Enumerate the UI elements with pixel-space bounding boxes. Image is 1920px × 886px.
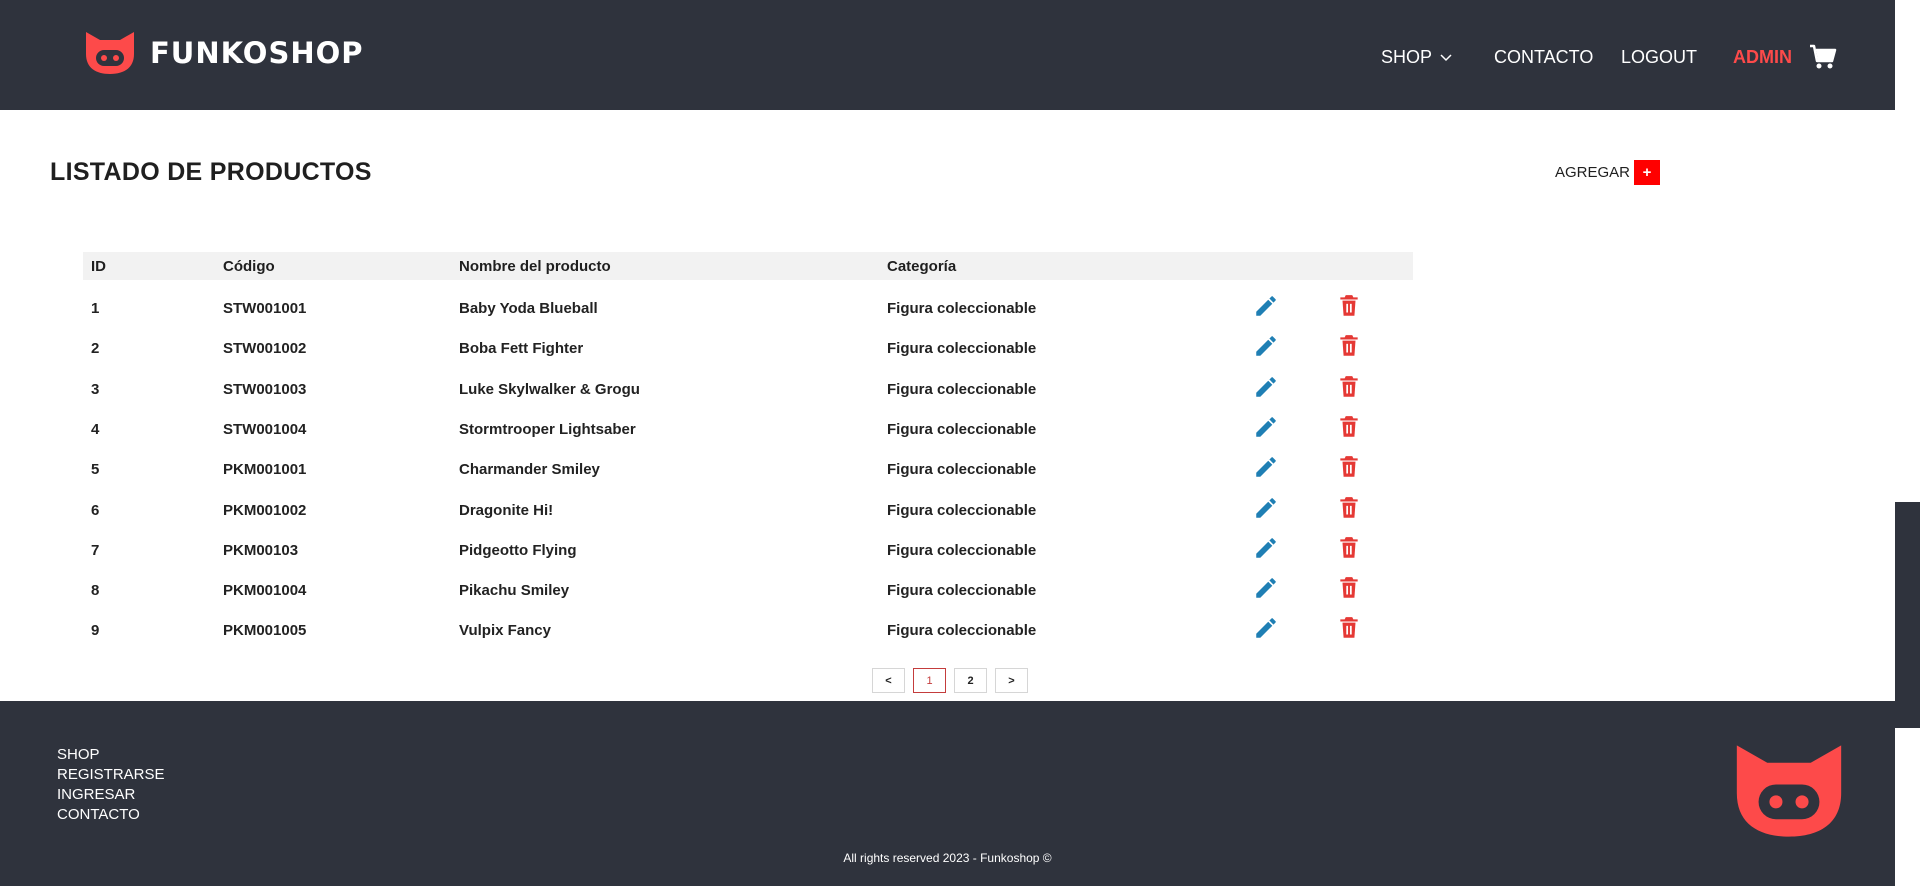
- nav-shop-label: SHOP: [1381, 47, 1433, 67]
- cell-code: PKM001004: [223, 582, 307, 599]
- table-row: 8 PKM001004 Pikachu Smiley Figura colecc…: [83, 569, 1413, 609]
- trash-icon[interactable]: [1336, 293, 1362, 319]
- pagination-page-1[interactable]: 1: [913, 668, 946, 693]
- footer-logo-icon: [1736, 745, 1842, 837]
- col-category: Categoría: [887, 258, 957, 275]
- trash-icon[interactable]: [1336, 495, 1362, 521]
- trash-icon[interactable]: [1336, 615, 1362, 641]
- table-row: 5 PKM001001 Charmander Smiley Figura col…: [83, 448, 1413, 488]
- brand-logo[interactable]: FUNKOSHOP: [82, 30, 364, 76]
- cell-category: Figura coleccionable: [887, 622, 1037, 639]
- site-header: FUNKOSHOP SHOP CONTACTO LOGOUT ADMIN: [0, 0, 1895, 110]
- pencil-icon[interactable]: [1253, 575, 1279, 601]
- side-bar-strip: [1895, 502, 1920, 728]
- page-title: LISTADO DE PRODUCTOS: [50, 158, 372, 186]
- pencil-icon[interactable]: [1253, 414, 1279, 440]
- trash-icon[interactable]: [1336, 333, 1362, 359]
- nav-contact[interactable]: CONTACTO: [1494, 47, 1593, 68]
- cell-name: Vulpix Fancy: [459, 622, 551, 639]
- table-row: 1 STW001001 Baby Yoda Blueball Figura co…: [83, 287, 1413, 327]
- cell-category: Figura coleccionable: [887, 340, 1037, 357]
- cell-name: Baby Yoda Blueball: [459, 300, 598, 317]
- cell-code: PKM001005: [223, 622, 307, 639]
- cell-category: Figura coleccionable: [887, 461, 1037, 478]
- pencil-icon[interactable]: [1253, 535, 1279, 561]
- table-row: 4 STW001004 Stormtrooper Lightsaber Figu…: [83, 408, 1413, 448]
- cell-category: Figura coleccionable: [887, 542, 1037, 559]
- cell-code: PKM001001: [223, 461, 307, 478]
- table-row: 2 STW001002 Boba Fett Fighter Figura col…: [83, 327, 1413, 367]
- cell-name: Pikachu Smiley: [459, 582, 570, 599]
- cell-category: Figura coleccionable: [887, 381, 1037, 398]
- pagination-page-2[interactable]: 2: [954, 668, 987, 693]
- pencil-icon[interactable]: [1253, 615, 1279, 641]
- cell-name: Boba Fett Fighter: [459, 340, 584, 357]
- cart-icon: [1810, 44, 1837, 69]
- add-label: AGREGAR: [1555, 164, 1631, 181]
- cell-category: Figura coleccionable: [887, 421, 1037, 438]
- add-button[interactable]: +: [1634, 160, 1661, 185]
- pencil-icon[interactable]: [1253, 293, 1279, 319]
- footer-link-login[interactable]: INGRESAR: [57, 785, 165, 805]
- cell-code: STW001003: [223, 381, 307, 398]
- trash-icon[interactable]: [1336, 454, 1362, 480]
- cell-id: 2: [91, 340, 100, 357]
- cell-category: Figura coleccionable: [887, 582, 1037, 599]
- footer-link-contact[interactable]: CONTACTO: [57, 805, 165, 825]
- table-row: 7 PKM00103 Pidgeotto Flying Figura colec…: [83, 529, 1413, 569]
- site-footer: SHOP REGISTRARSE INGRESAR CONTACTO All r…: [0, 701, 1895, 886]
- pencil-icon[interactable]: [1253, 374, 1279, 400]
- pagination-prev[interactable]: <: [872, 668, 905, 693]
- chevron-down-icon: [1440, 53, 1452, 61]
- cell-id: 4: [91, 421, 100, 438]
- nav-admin[interactable]: ADMIN: [1733, 47, 1792, 68]
- pencil-icon[interactable]: [1253, 495, 1279, 521]
- cell-id: 1: [91, 300, 100, 317]
- cell-id: 6: [91, 502, 100, 519]
- trash-icon[interactable]: [1336, 535, 1362, 561]
- cell-id: 7: [91, 542, 100, 559]
- pagination: < 1 2 >: [872, 668, 1028, 693]
- cell-id: 5: [91, 461, 100, 478]
- footer-link-shop[interactable]: SHOP: [57, 745, 165, 765]
- footer-link-register[interactable]: REGISTRARSE: [57, 765, 165, 785]
- cell-code: PKM00103: [223, 542, 299, 559]
- cell-name: Luke Skylwalker & Grogu: [459, 381, 640, 398]
- table-row: 9 PKM001005 Vulpix Fancy Figura coleccio…: [83, 609, 1413, 649]
- add-product[interactable]: AGREGAR +: [1555, 160, 1661, 185]
- cell-name: Pidgeotto Flying: [459, 542, 577, 559]
- cell-code: PKM001002: [223, 502, 307, 519]
- trash-icon[interactable]: [1336, 374, 1362, 400]
- cell-id: 3: [91, 381, 100, 398]
- table-row: 6 PKM001002 Dragonite Hi! Figura colecci…: [83, 489, 1413, 529]
- cell-category: Figura coleccionable: [887, 502, 1037, 519]
- copyright: All rights reserved 2023 - Funkoshop ©: [843, 851, 1052, 865]
- cell-code: STW001001: [223, 300, 307, 317]
- cell-id: 9: [91, 622, 100, 639]
- cell-name: Charmander Smiley: [459, 461, 600, 478]
- col-code: Código: [223, 258, 275, 275]
- pencil-icon[interactable]: [1253, 333, 1279, 359]
- table-row: 3 STW001003 Luke Skylwalker & Grogu Figu…: [83, 368, 1413, 408]
- cell-code: STW001004: [223, 421, 307, 438]
- footer-links: SHOP REGISTRARSE INGRESAR CONTACTO: [57, 745, 165, 825]
- pagination-next[interactable]: >: [995, 668, 1028, 693]
- table-header: ID Código Nombre del producto Categoría: [83, 252, 1413, 280]
- cart-button[interactable]: [1809, 44, 1837, 75]
- cell-name: Stormtrooper Lightsaber: [459, 421, 636, 438]
- trash-icon[interactable]: [1336, 575, 1362, 601]
- logo-icon: [86, 32, 134, 74]
- cell-code: STW001002: [223, 340, 307, 357]
- col-name: Nombre del producto: [459, 258, 611, 275]
- cell-name: Dragonite Hi!: [459, 502, 554, 519]
- pencil-icon[interactable]: [1253, 454, 1279, 480]
- cell-id: 8: [91, 582, 100, 599]
- nav-logout[interactable]: LOGOUT: [1621, 47, 1697, 68]
- nav-shop[interactable]: SHOP: [1381, 47, 1452, 68]
- col-id: ID: [91, 258, 106, 275]
- brand-name: FUNKOSHOP: [150, 36, 364, 70]
- cell-category: Figura coleccionable: [887, 300, 1037, 317]
- trash-icon[interactable]: [1336, 414, 1362, 440]
